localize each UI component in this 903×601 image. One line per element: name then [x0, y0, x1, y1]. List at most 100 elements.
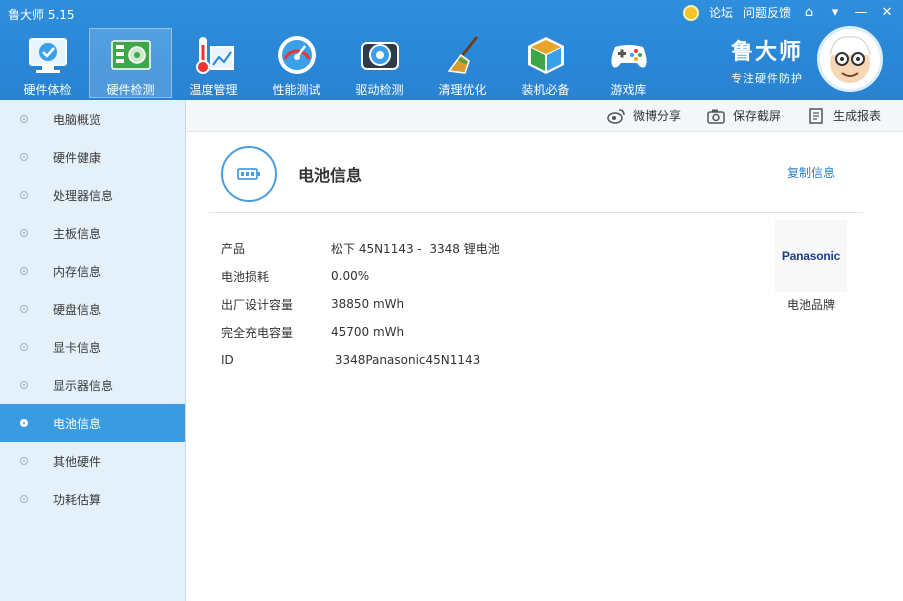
sidebar-item-display[interactable]: 显示器信息: [0, 366, 185, 404]
bullet-icon: [20, 115, 28, 123]
sidebar-item-disk[interactable]: 硬盘信息: [0, 290, 185, 328]
nav-label: 硬件体检: [23, 83, 72, 97]
sidebar-item-health[interactable]: 硬件健康: [0, 138, 185, 176]
report-icon: [807, 107, 825, 124]
menu-icon[interactable]: ▾: [827, 5, 843, 21]
nav-cleanup[interactable]: 清理优化: [421, 28, 504, 98]
sidebar-item-label: 处理器信息: [53, 188, 114, 203]
brand-caption: 电池品牌: [786, 298, 835, 312]
sidebar-item-label: 电脑概览: [53, 112, 102, 127]
page-title: 电池信息: [298, 166, 363, 185]
nav-games[interactable]: 游戏库: [587, 28, 670, 98]
generate-report-label: 生成报表: [832, 109, 881, 123]
broom-icon: [440, 32, 486, 77]
brand: 鲁大师 专注硬件防护: [731, 34, 803, 86]
sidebar-item-cpu[interactable]: 处理器信息: [0, 176, 185, 214]
divider: [209, 212, 863, 213]
info-row-design-capacity: 出厂设计容量 38850 mWh: [221, 290, 500, 318]
sidebar-item-label: 其他硬件: [53, 454, 102, 469]
bullet-icon: [20, 419, 28, 427]
save-screenshot-button[interactable]: 保存截屏: [707, 107, 781, 124]
info-value: 松下 45N1143 - 3348 锂电池: [331, 241, 500, 256]
thermometer-icon: [191, 32, 237, 77]
bullet-icon: [20, 229, 28, 237]
sidebar-item-label: 功耗估算: [53, 492, 102, 507]
info-row-id: ID 3348Panasonic45N1143: [221, 346, 500, 374]
sidebar-item-overview[interactable]: 电脑概览: [0, 100, 185, 138]
sidebar-item-label: 显卡信息: [53, 340, 102, 355]
save-screenshot-label: 保存截屏: [732, 109, 781, 123]
bullet-icon: [20, 381, 28, 389]
nav-essentials[interactable]: 装机必备: [504, 28, 587, 98]
medal-icon[interactable]: [682, 4, 699, 21]
forum-link[interactable]: 论坛: [709, 4, 733, 21]
bullet-icon: [20, 191, 28, 199]
battery-brand-logo: Panasonic: [775, 220, 847, 292]
feedback-link[interactable]: 问题反馈: [743, 4, 791, 21]
info-key: 产品: [221, 241, 246, 256]
hardware-board-icon: [108, 33, 154, 77]
weibo-icon: [607, 108, 625, 124]
battery-info-list: 产品 松下 45N1143 - 3348 锂电池 电池损耗 0.00% 出厂设计…: [221, 234, 500, 374]
bullet-icon: [20, 153, 28, 161]
brand-slogan: 专注硬件防护: [731, 72, 803, 85]
sidebar-item-gpu[interactable]: 显卡信息: [0, 328, 185, 366]
bullet-icon: [20, 495, 28, 503]
weibo-share-button[interactable]: 微博分享: [607, 107, 681, 124]
info-value: 45700 mWh: [331, 325, 405, 339]
package-cube-icon: [523, 32, 569, 77]
generate-report-button[interactable]: 生成报表: [807, 107, 881, 124]
toolbar: 微博分享 保存截屏 生成报表: [187, 100, 903, 132]
minimize-icon[interactable]: —: [853, 5, 869, 21]
nav-temperature[interactable]: 温度管理: [172, 28, 255, 98]
sidebar-item-other[interactable]: 其他硬件: [0, 442, 185, 480]
bullet-icon: [20, 305, 28, 313]
mascot-avatar[interactable]: [817, 26, 883, 92]
bullet-icon: [20, 457, 28, 465]
window-controls: 论坛 问题反馈 ⌂ ▾ — ✕: [682, 4, 895, 21]
driver-gear-icon: [357, 32, 403, 77]
info-key: 电池损耗: [221, 269, 270, 284]
brand-logo-text: Panasonic: [781, 249, 841, 263]
nav-label: 驱动检测: [355, 83, 404, 97]
monitor-check-icon: [25, 32, 71, 77]
brand-name: 鲁大师: [730, 40, 803, 65]
nav-label: 温度管理: [189, 83, 238, 97]
nav-label: 游戏库: [610, 83, 647, 97]
info-key: 出厂设计容量: [221, 297, 294, 312]
info-key: ID: [221, 353, 234, 367]
sidebar-item-memory[interactable]: 内存信息: [0, 252, 185, 290]
nav-hardware-detect[interactable]: 硬件检测: [89, 28, 172, 98]
sidebar-item-motherboard[interactable]: 主板信息: [0, 214, 185, 252]
sidebar-item-power[interactable]: 功耗估算: [0, 480, 185, 518]
sidebar-item-label: 电池信息: [53, 416, 102, 431]
nav-label: 性能测试: [272, 83, 321, 97]
sidebar-item-label: 显示器信息: [53, 378, 114, 393]
app-title: 鲁大师 5.15: [8, 8, 75, 22]
nav-hardware-checkup[interactable]: 硬件体检: [6, 28, 89, 98]
info-row-product: 产品 松下 45N1143 - 3348 锂电池: [221, 234, 500, 262]
main-panel: 电池信息 复制信息 产品 松下 45N1143 - 3348 锂电池 电池损耗 …: [187, 132, 903, 601]
nav-driver[interactable]: 驱动检测: [338, 28, 421, 98]
sidebar-item-label: 硬件健康: [53, 150, 102, 165]
camera-icon: [707, 108, 725, 124]
battery-icon: [221, 146, 277, 202]
nav-label: 清理优化: [438, 83, 487, 97]
info-row-wear: 电池损耗 0.00%: [221, 262, 500, 290]
sidebar-item-label: 内存信息: [53, 264, 102, 279]
gamepad-icon: [606, 32, 652, 77]
nav-performance[interactable]: 性能测试: [255, 28, 338, 98]
bullet-icon: [20, 267, 28, 275]
info-value: 0.00%: [331, 269, 370, 283]
skin-icon[interactable]: ⌂: [801, 5, 817, 21]
info-value: 38850 mWh: [331, 297, 405, 311]
close-icon[interactable]: ✕: [879, 5, 895, 21]
bullet-icon: [20, 343, 28, 351]
sidebar-item-battery[interactable]: 电池信息: [0, 404, 185, 442]
copy-info-link[interactable]: 复制信息: [787, 164, 835, 181]
info-value: 3348Panasonic45N1143: [331, 353, 481, 367]
info-key: 完全充电容量: [221, 325, 294, 340]
nav-label: 硬件检测: [106, 83, 155, 97]
main-nav: 硬件体检 硬件检测 温度管理 性能测试 驱动检测 清理优化 装机必备 游戏库: [6, 28, 670, 98]
nav-label: 装机必备: [521, 83, 570, 97]
